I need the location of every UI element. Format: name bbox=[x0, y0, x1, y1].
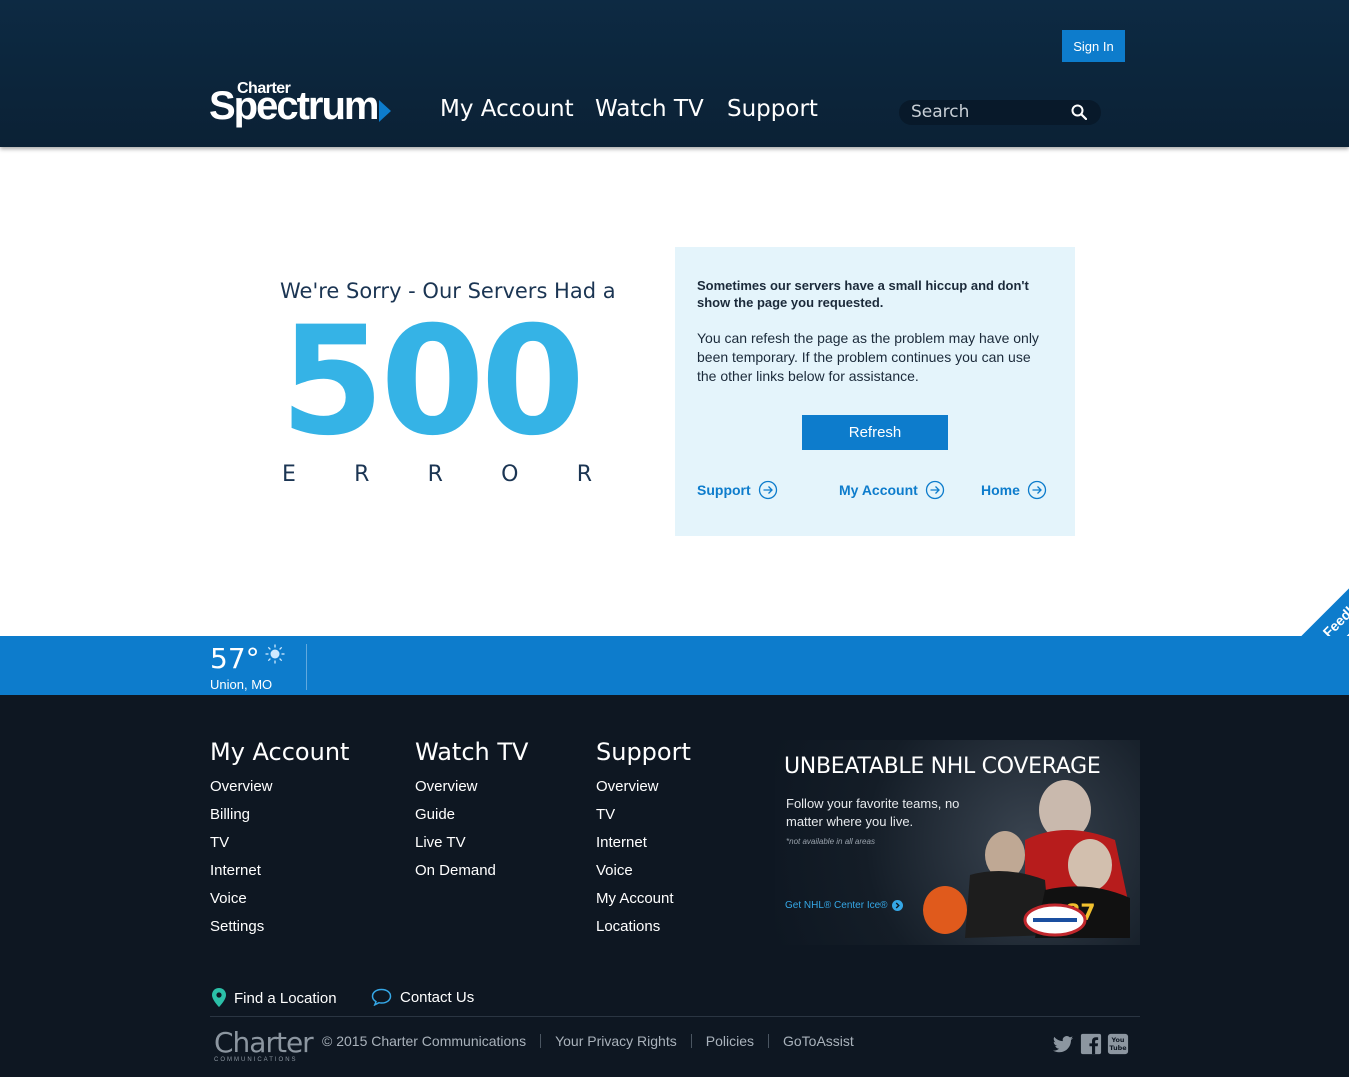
youtube-icon[interactable]: You Tube bbox=[1107, 1033, 1129, 1055]
help-link-label: Support bbox=[697, 482, 751, 498]
footer-link[interactable]: TV bbox=[210, 833, 273, 861]
promo-link-label: Get NHL® Center Ice® bbox=[785, 900, 888, 911]
search-input[interactable] bbox=[911, 102, 1061, 122]
copyright-text: © 2015 Charter Communications bbox=[322, 1033, 527, 1049]
footer-link[interactable]: Locations bbox=[596, 917, 674, 945]
site-header: Sign In Charter Spectrum My Account Watc… bbox=[0, 0, 1349, 147]
nhl-promo-banner[interactable]: UNBEATABLE NHL COVERAGE Follow your favo… bbox=[775, 740, 1140, 945]
hockey-players-image: 87 bbox=[923, 780, 1130, 938]
svg-text:You: You bbox=[1110, 1036, 1124, 1044]
footer-column-support: Overview TV Internet Voice My Account Lo… bbox=[596, 777, 674, 945]
contact-us-link[interactable]: Contact Us bbox=[371, 988, 474, 1006]
help-link-support[interactable]: Support bbox=[697, 480, 778, 500]
chat-bubble-icon bbox=[371, 988, 392, 1006]
charter-logo[interactable]: Charter COMMUNICATIONS bbox=[214, 1026, 314, 1064]
error-letter: R bbox=[576, 462, 592, 487]
footer-link[interactable]: On Demand bbox=[415, 861, 496, 889]
error-letter: R bbox=[354, 462, 370, 487]
footer-column-my-account: Overview Billing TV Internet Voice Setti… bbox=[210, 777, 273, 945]
error-code: 500 bbox=[280, 295, 585, 469]
weather-bar: 57° Union, MO bbox=[0, 636, 1349, 695]
help-link-label: My Account bbox=[839, 482, 918, 498]
facebook-icon[interactable] bbox=[1080, 1033, 1102, 1055]
footer-link[interactable]: Internet bbox=[210, 861, 273, 889]
logo-arrow-icon bbox=[379, 100, 391, 122]
circle-arrow-right-icon bbox=[758, 480, 777, 500]
footer-link[interactable]: Live TV bbox=[415, 833, 496, 861]
circle-arrow-right-icon bbox=[1027, 480, 1047, 500]
error-word: E R R O R bbox=[282, 462, 592, 487]
footer-link[interactable]: Guide bbox=[415, 805, 496, 833]
footer-link[interactable]: Internet bbox=[596, 833, 674, 861]
footer-link[interactable]: TV bbox=[596, 805, 674, 833]
charter-logo-text: Charter bbox=[214, 1026, 314, 1059]
error-letter: R bbox=[427, 462, 443, 487]
search-icon[interactable] bbox=[1071, 104, 1087, 120]
site-footer: My Account Overview Billing TV Internet … bbox=[0, 695, 1349, 1077]
footer-heading-watch-tv[interactable]: Watch TV bbox=[415, 738, 528, 766]
refresh-button[interactable]: Refresh bbox=[802, 415, 948, 450]
map-pin-icon bbox=[212, 988, 226, 1007]
footer-heading-my-account[interactable]: My Account bbox=[210, 738, 349, 766]
search-box bbox=[899, 100, 1101, 125]
help-body-text: You can refesh the page as the problem m… bbox=[697, 330, 1039, 384]
find-location-label: Find a Location bbox=[234, 989, 337, 1007]
arrow-circle-icon bbox=[891, 900, 903, 911]
legal-separator bbox=[767, 1034, 769, 1048]
legal-links: © 2015 Charter Communications Your Priva… bbox=[322, 1033, 854, 1049]
help-link-home[interactable]: Home bbox=[981, 480, 1047, 500]
footer-link[interactable]: Overview bbox=[415, 777, 496, 805]
footer-link[interactable]: My Account bbox=[596, 889, 674, 917]
footer-link[interactable]: Billing bbox=[210, 805, 273, 833]
circle-arrow-right-icon bbox=[925, 480, 944, 500]
footer-link[interactable]: Voice bbox=[596, 861, 674, 889]
nav-watch-tv[interactable]: Watch TV bbox=[595, 96, 704, 122]
weather-city: Union, MO bbox=[210, 677, 273, 692]
weather-divider bbox=[306, 644, 307, 690]
footer-divider bbox=[210, 1016, 1140, 1017]
gotoassist-link[interactable]: GoToAssist bbox=[783, 1033, 854, 1049]
legal-separator bbox=[690, 1034, 692, 1048]
sun-icon bbox=[265, 644, 285, 664]
help-intro-text: Sometimes our servers have a small hiccu… bbox=[697, 278, 1029, 310]
contact-us-label: Contact Us bbox=[400, 988, 475, 1006]
weather-temperature: 57° bbox=[210, 642, 260, 675]
nav-my-account[interactable]: My Account bbox=[440, 96, 574, 122]
footer-link[interactable]: Overview bbox=[210, 777, 273, 805]
twitter-icon[interactable] bbox=[1052, 1033, 1074, 1055]
footer-link[interactable]: Voice bbox=[210, 889, 273, 917]
privacy-rights-link[interactable]: Your Privacy Rights bbox=[555, 1033, 677, 1049]
footer-column-watch-tv: Overview Guide Live TV On Demand bbox=[415, 777, 496, 889]
footer-link[interactable]: Overview bbox=[596, 777, 674, 805]
svg-text:Tube: Tube bbox=[1109, 1044, 1127, 1052]
help-link-my-account[interactable]: My Account bbox=[839, 480, 945, 500]
footer-link[interactable]: Settings bbox=[210, 917, 273, 945]
logo-spectrum-text: Spectrum bbox=[209, 84, 379, 128]
find-location-link[interactable]: Find a Location bbox=[212, 988, 337, 1008]
footer-heading-support[interactable]: Support bbox=[596, 738, 691, 766]
help-panel: Sometimes our servers have a small hiccu… bbox=[675, 247, 1075, 536]
promo-note: *not available in all areas bbox=[786, 837, 875, 846]
error-letter: E bbox=[282, 462, 296, 487]
help-link-label: Home bbox=[981, 482, 1020, 498]
spectrum-logo[interactable]: Charter Spectrum bbox=[209, 80, 394, 130]
promo-link[interactable]: Get NHL® Center Ice® bbox=[785, 900, 903, 911]
legal-separator bbox=[540, 1034, 542, 1048]
nav-support[interactable]: Support bbox=[727, 96, 818, 122]
sign-in-button[interactable]: Sign In bbox=[1062, 30, 1125, 62]
policies-link[interactable]: Policies bbox=[706, 1033, 754, 1049]
error-letter: O bbox=[501, 462, 519, 487]
